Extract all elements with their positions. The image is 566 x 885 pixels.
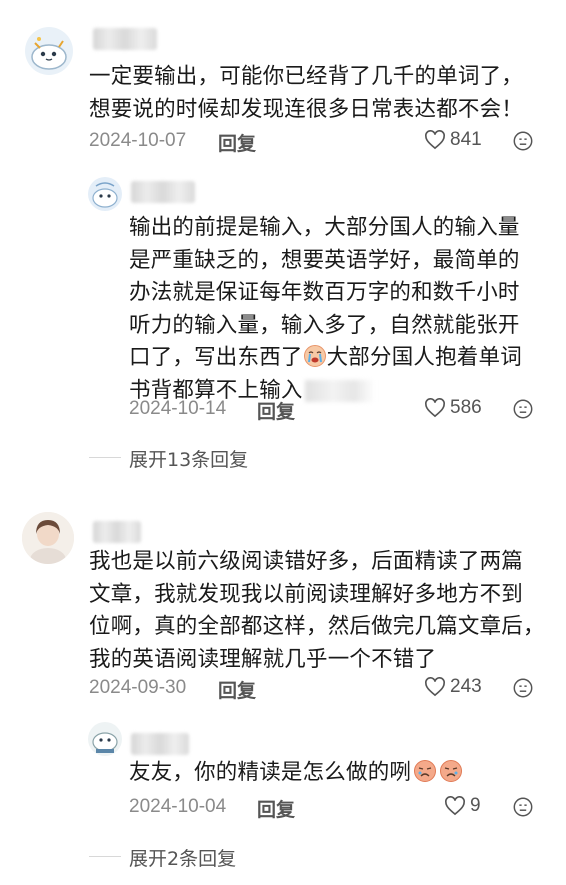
username-blurred[interactable] (93, 28, 157, 50)
username-blurred[interactable] (131, 733, 189, 755)
dislike-face-icon[interactable] (512, 398, 534, 420)
avatar[interactable] (22, 512, 74, 564)
comment-text: 我也是以前六级阅读错好多，后面精读了两篇 文章，我就发现我以前阅读理解好多地方不… (89, 549, 545, 672)
like-button[interactable]: 841 (424, 129, 482, 151)
like-button[interactable]: 9 (444, 795, 481, 817)
reply-date: 2024-10-14 (129, 398, 227, 419)
dislike-face-icon[interactable] (512, 677, 534, 699)
like-count: 9 (470, 795, 481, 816)
heart-outline-icon (425, 130, 445, 150)
reply-text: 输出的前提是输入，大部分国人的输入量 是严重缺乏的，想要英语学好，最简单的 办法… (129, 215, 522, 403)
reply-button[interactable]: 回复 (218, 676, 256, 703)
comment-text: 一定要输出，可能你已经背了几千的单词了， 想要说的时候却发现连很多日常表达都不会… (89, 64, 524, 122)
reply-text: 友友，你的精读是怎么做的咧 (129, 757, 559, 790)
heart-outline-icon (425, 677, 445, 697)
comment-section: 一定要输出，可能你已经背了几千的单词了， 想要说的时候却发现连很多日常表达都不会… (0, 0, 566, 885)
username-blurred[interactable] (93, 521, 141, 543)
expand-divider (89, 856, 121, 857)
heart-outline-icon (425, 398, 445, 418)
crying-emoji-icon (303, 345, 326, 367)
like-count: 841 (450, 129, 482, 150)
like-count: 586 (450, 397, 482, 418)
avatar[interactable] (88, 722, 122, 756)
crying-emoji-icon (440, 760, 463, 782)
comment-date: 2024-10-07 (89, 130, 187, 151)
like-button[interactable]: 243 (424, 676, 482, 698)
comment-date: 2024-09-30 (89, 677, 187, 698)
expand-divider (89, 457, 121, 458)
like-button[interactable]: 586 (424, 397, 482, 419)
heart-outline-icon (445, 796, 465, 816)
expand-replies-button[interactable]: 展开2条回复 (129, 844, 236, 871)
blurred-text (304, 379, 375, 402)
dislike-face-icon[interactable] (512, 130, 534, 152)
avatar[interactable] (25, 27, 73, 75)
expand-replies-button[interactable]: 展开13条回复 (129, 445, 248, 472)
reply-button[interactable]: 回复 (257, 795, 295, 822)
reply-button[interactable]: 回复 (218, 129, 256, 156)
dislike-face-icon[interactable] (512, 796, 534, 818)
like-count: 243 (450, 676, 482, 697)
username-blurred[interactable] (131, 181, 195, 203)
reply-date: 2024-10-04 (129, 796, 227, 817)
reply-button[interactable]: 回复 (257, 397, 295, 424)
crying-emoji-icon (414, 760, 437, 782)
avatar[interactable] (88, 177, 122, 211)
